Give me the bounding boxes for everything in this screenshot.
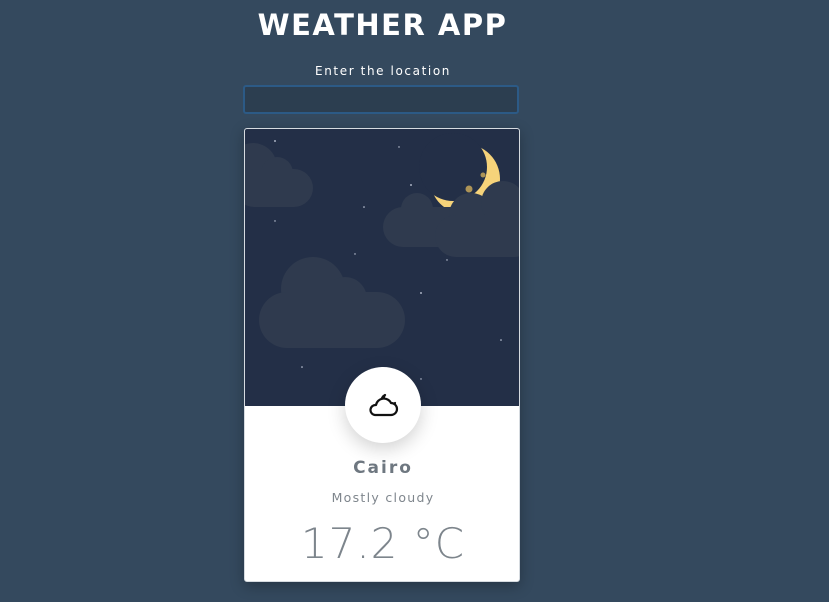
cloud-moon-icon: [369, 393, 399, 417]
cloud-middle: [259, 257, 405, 348]
weather-icon-badge: [345, 367, 421, 443]
temperature: 17.2 °C: [300, 519, 466, 568]
night-sky-scene: [245, 133, 519, 380]
location-input[interactable]: [243, 85, 519, 114]
sky-illustration: [245, 129, 519, 406]
app-title: WEATHER APP: [257, 8, 508, 42]
city-name: Cairo: [353, 458, 413, 478]
cloud-top-left: [245, 143, 313, 207]
weather-condition: Mostly cloudy: [331, 490, 435, 505]
weather-card: Cairo Mostly cloudy 17.2 °C: [244, 128, 520, 582]
app-header: WEATHER APP: [0, 8, 765, 42]
location-label: Enter the location: [315, 64, 451, 78]
